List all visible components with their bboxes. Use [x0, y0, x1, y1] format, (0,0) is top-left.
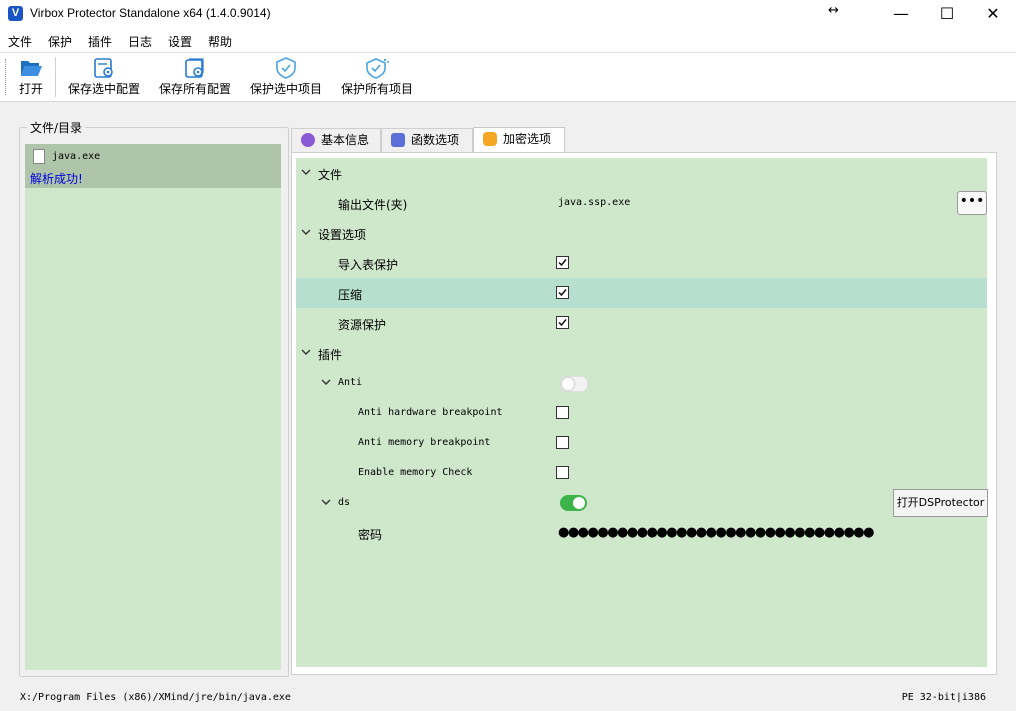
file-icon [33, 149, 45, 164]
file-list-item[interactable]: java.exe 解析成功! [25, 144, 281, 188]
enable-memory-check-label: Enable memory Check [358, 467, 473, 478]
tab-basic-info[interactable]: 基本信息 [291, 128, 381, 152]
menu-file[interactable]: 文件 [8, 33, 32, 50]
protect-selected-button[interactable]: 保护选中项目 [247, 55, 325, 99]
section-settings-label: 设置选项 [318, 228, 367, 242]
title-bar: V Virbox Protector Standalone x64 (1.4.0… [0, 0, 1016, 28]
status-architecture: PE 32-bit|i386 [901, 692, 986, 703]
checkmark-icon [558, 259, 567, 267]
tab-function-options[interactable]: 函数选项 [381, 128, 473, 152]
status-bar: X:/Program Files (x86)/XMind/jre/bin/jav… [0, 687, 1016, 711]
maximize-button[interactable]: ☐ [924, 0, 970, 28]
anti-plugin-toggle[interactable] [560, 376, 588, 392]
lock-icon [483, 132, 497, 146]
menu-plugins[interactable]: 插件 [88, 33, 112, 50]
anti-plugin-row[interactable]: Anti [296, 368, 987, 398]
import-protect-row: 导入表保护 [296, 248, 987, 278]
menu-protect[interactable]: 保护 [48, 33, 72, 50]
save-all-config-icon [185, 58, 204, 78]
output-file-row: 输出文件(夹) java.ssp.exe [296, 188, 987, 218]
file-status: 解析成功! [30, 172, 83, 186]
anti-memory-breakpoint-row: Anti memory breakpoint [296, 428, 987, 458]
chevron-down-icon [301, 169, 311, 175]
ds-plugin-row[interactable]: ds [296, 488, 987, 518]
save-selected-config-button[interactable]: 保存选中配置 [65, 55, 143, 99]
anti-memory-breakpoint-checkbox[interactable] [556, 436, 569, 449]
import-protect-label: 导入表保护 [338, 258, 399, 272]
menu-help[interactable]: 帮助 [208, 33, 232, 50]
menu-bar: 文件 保护 插件 日志 设置 帮助 [0, 28, 1016, 53]
toolbar-separator [55, 57, 56, 97]
checkmark-icon [558, 319, 567, 327]
anti-memory-breakpoint-label: Anti memory breakpoint [358, 437, 491, 448]
app-logo-icon: V [8, 6, 23, 21]
file-directory-title: 文件/目录 [27, 119, 86, 136]
chat-icon [301, 133, 315, 147]
tab-function-options-label: 函数选项 [411, 133, 460, 147]
tab-encryption-options[interactable]: 加密选项 [473, 127, 565, 153]
chevron-down-icon [321, 379, 331, 385]
anti-plugin-label: Anti [338, 377, 363, 388]
save-all-config-button[interactable]: 保存所有配置 [156, 55, 234, 99]
file-name: java.exe [52, 151, 101, 162]
protect-all-button[interactable]: 保护所有项目 [338, 55, 416, 99]
section-file[interactable]: 文件 [296, 158, 987, 188]
output-file-value[interactable]: java.ssp.exe [558, 197, 630, 208]
toolbar: 打开 保存选中配置 保存所有配置 保护选中项目 保护所有项目 [0, 53, 1016, 102]
toolbar-grip [5, 59, 8, 95]
resource-protect-row: 资源保护 [296, 308, 987, 338]
toggle-knob [573, 497, 585, 509]
enable-memory-check-row: Enable memory Check [296, 458, 987, 488]
function-icon [391, 133, 405, 147]
menu-log[interactable]: 日志 [128, 33, 152, 50]
compress-label: 压缩 [338, 288, 363, 302]
save-all-config-label: 保存所有配置 [158, 82, 231, 96]
open-dsprotector-button[interactable]: 打开DSProtector [893, 489, 988, 517]
password-label: 密码 [358, 528, 383, 542]
save-config-icon [94, 58, 113, 78]
anti-hardware-breakpoint-checkbox[interactable] [556, 406, 569, 419]
browse-output-button[interactable]: ••• [957, 191, 987, 215]
open-button[interactable]: 打开 [12, 55, 50, 99]
protect-all-label: 保护所有项目 [340, 82, 413, 96]
resource-protect-label: 资源保护 [338, 318, 387, 332]
toggle-knob [562, 378, 574, 390]
file-list: java.exe 解析成功! [25, 144, 281, 670]
checkmark-icon [558, 289, 567, 297]
tab-encryption-options-label: 加密选项 [503, 132, 552, 146]
protect-selected-label: 保护选中项目 [249, 82, 322, 96]
ds-plugin-label: ds [338, 497, 351, 508]
status-file-path: X:/Program Files (x86)/XMind/jre/bin/jav… [20, 692, 291, 703]
enable-memory-check-checkbox[interactable] [556, 466, 569, 479]
resource-protect-checkbox[interactable] [556, 316, 569, 329]
chevron-down-icon [301, 229, 311, 235]
folder-open-icon [21, 61, 42, 76]
tab-basic-info-label: 基本信息 [321, 133, 370, 147]
window-title: Virbox Protector Standalone x64 (1.4.0.9… [30, 6, 271, 20]
shield-all-icon [366, 58, 389, 79]
section-settings[interactable]: 设置选项 [296, 218, 987, 248]
minimize-button[interactable]: — [878, 0, 924, 28]
import-protect-checkbox[interactable] [556, 256, 569, 269]
anti-hardware-breakpoint-row: Anti hardware breakpoint [296, 398, 987, 428]
section-file-label: 文件 [318, 168, 343, 182]
chevron-down-icon [301, 349, 311, 355]
open-label: 打开 [18, 82, 43, 96]
password-row: 密码 ●●●●●●●●●●●●●●●●●●●●●●●●●●●●●●●● [296, 518, 987, 548]
resize-arrows-icon: ↔ [828, 3, 839, 18]
close-button[interactable]: ✕ [970, 0, 1016, 28]
compress-row: 压缩 [296, 278, 987, 308]
section-plugins-label: 插件 [318, 348, 343, 362]
password-field[interactable]: ●●●●●●●●●●●●●●●●●●●●●●●●●●●●●●●● [558, 525, 874, 540]
section-plugins[interactable]: 插件 [296, 338, 987, 368]
compress-checkbox[interactable] [556, 286, 569, 299]
chevron-down-icon [321, 499, 331, 505]
output-file-label: 输出文件(夹) [338, 198, 408, 212]
save-selected-config-label: 保存选中配置 [67, 82, 140, 96]
menu-settings[interactable]: 设置 [168, 33, 192, 50]
encryption-options-tree: 文件 输出文件(夹) java.ssp.exe ••• 设置选项 导入表保护 压… [296, 158, 988, 667]
shield-icon [276, 57, 296, 79]
anti-hardware-breakpoint-label: Anti hardware breakpoint [358, 407, 503, 418]
ds-plugin-toggle[interactable] [560, 495, 587, 511]
